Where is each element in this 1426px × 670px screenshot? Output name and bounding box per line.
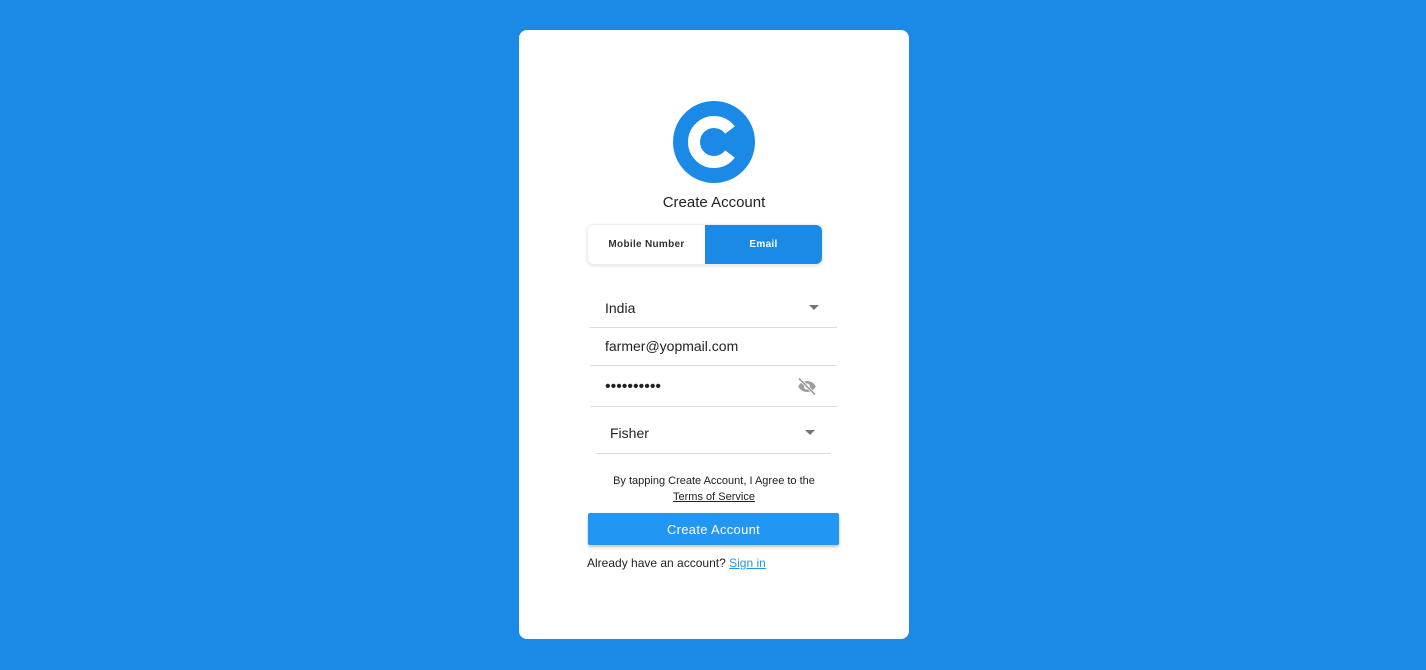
signup-card: Create Account Mobile Number Email India… — [519, 30, 909, 639]
chevron-down-icon — [805, 430, 815, 435]
page-title: Create Account — [662, 194, 766, 211]
terms-notice: By tapping Create Account, I Agree to th… — [519, 473, 909, 505]
chevron-down-icon — [809, 305, 819, 310]
country-value: India — [605, 299, 636, 316]
tab-mobile-number[interactable]: Mobile Number — [588, 225, 705, 264]
role-value: Fisher — [610, 424, 649, 441]
brand-c-logo-icon — [672, 100, 756, 184]
tab-email[interactable]: Email — [705, 225, 822, 264]
eye-off-icon[interactable] — [795, 375, 819, 399]
terms-of-service-link[interactable]: Terms of Service — [673, 491, 755, 503]
email-value: farmer@yopmail.com — [605, 337, 739, 354]
password-value: •••••••••• — [605, 377, 662, 395]
signup-method-toggle: Mobile Number Email — [587, 224, 823, 265]
country-select[interactable]: India — [590, 288, 837, 328]
password-field[interactable]: •••••••••• — [590, 367, 837, 407]
terms-text: By tapping Create Account, I Agree to th… — [613, 475, 815, 487]
role-select[interactable]: Fisher — [596, 412, 831, 454]
sign-in-link[interactable]: Sign in — [729, 556, 766, 570]
email-field[interactable]: farmer@yopmail.com — [590, 326, 837, 366]
signin-prompt: Already have an account? Sign in — [587, 556, 766, 570]
signin-prompt-text: Already have an account? — [587, 556, 726, 570]
create-account-button[interactable]: Create Account — [588, 513, 839, 545]
